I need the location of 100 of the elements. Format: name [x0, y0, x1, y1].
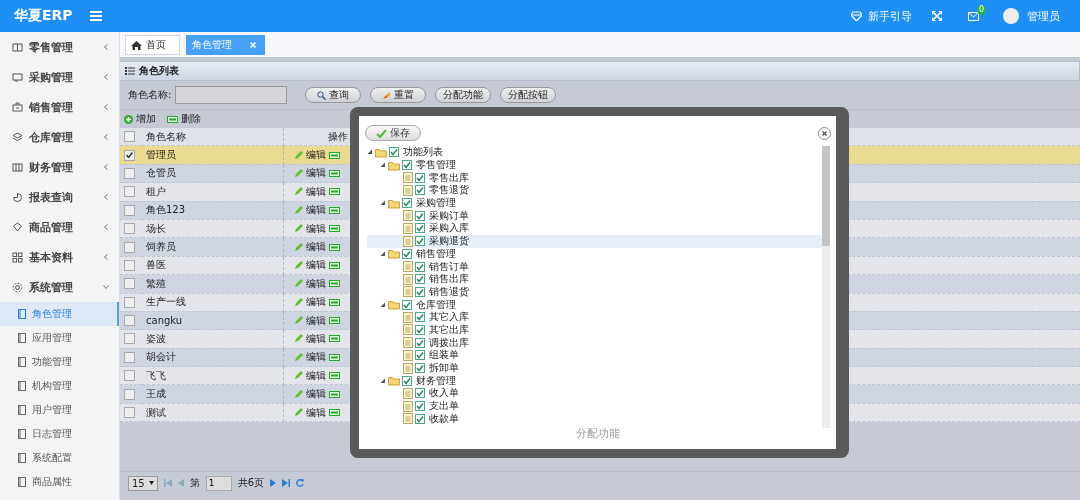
edit-link[interactable]: 编辑	[305, 368, 326, 383]
sidebar-item[interactable]: 销售管理	[0, 92, 119, 122]
row-checkbox[interactable]	[124, 241, 135, 253]
checkbox-icon[interactable]	[415, 210, 425, 221]
expander-icon[interactable]	[380, 250, 386, 257]
save-button[interactable]: 保存	[365, 125, 421, 141]
checkbox-icon[interactable]	[415, 413, 425, 424]
tree-node[interactable]: 其它出库	[367, 323, 822, 337]
row-checkbox[interactable]	[124, 167, 135, 179]
toolbar-button[interactable]: 分配功能	[435, 87, 492, 103]
tree-node[interactable]: 支出单	[367, 399, 822, 413]
row-checkbox[interactable]	[124, 407, 135, 419]
expander-icon[interactable]	[380, 377, 386, 384]
row-checkbox[interactable]	[124, 388, 135, 400]
checkbox-icon[interactable]	[415, 261, 425, 272]
edit-link[interactable]: 编辑	[305, 166, 326, 181]
menu-icon[interactable]	[90, 11, 102, 21]
tree-node[interactable]: 财务管理	[367, 374, 822, 388]
checkbox-icon[interactable]	[415, 172, 425, 183]
sidebar-subitem[interactable]: 日志管理	[0, 422, 119, 446]
tree-node[interactable]: 其它入库	[367, 310, 822, 324]
checkbox-icon[interactable]	[415, 236, 425, 247]
sidebar-item[interactable]: 仓库管理	[0, 122, 119, 152]
add-link[interactable]: 增加	[136, 112, 156, 126]
edit-link[interactable]: 编辑	[305, 405, 326, 420]
tree-node[interactable]: 销售管理	[367, 247, 822, 261]
edit-link[interactable]: 编辑	[305, 350, 326, 365]
row-checkbox[interactable]	[124, 149, 135, 161]
tree-node[interactable]: 销售订单	[367, 260, 822, 273]
checkbox-icon[interactable]	[389, 147, 399, 158]
checkbox-icon[interactable]	[415, 350, 425, 361]
sidebar-subitem[interactable]: 系统配置	[0, 446, 119, 470]
sidebar-subitem[interactable]: 商品属性	[0, 470, 119, 494]
tree-node[interactable]: 采购入库	[367, 222, 822, 235]
role-name-field[interactable]	[175, 86, 288, 104]
edit-link[interactable]: 编辑	[305, 258, 326, 273]
sidebar-subitem[interactable]: 用户管理	[0, 398, 119, 422]
delete-link[interactable]: 删除	[181, 112, 201, 126]
page-number-field[interactable]: 1	[205, 475, 232, 491]
row-checkbox[interactable]	[124, 370, 135, 382]
tree-node[interactable]: 组装单	[367, 349, 822, 362]
tree-node[interactable]: 采购订单	[367, 209, 822, 223]
checkbox-icon[interactable]	[402, 375, 412, 386]
tree-node[interactable]: 零售管理	[367, 158, 822, 172]
expander-icon[interactable]	[380, 200, 386, 207]
tree-node[interactable]: 收款单	[367, 412, 822, 426]
row-checkbox[interactable]	[124, 204, 135, 216]
tree-node[interactable]: 零售退货	[367, 184, 822, 197]
sidebar-item[interactable]: 财务管理	[0, 152, 119, 182]
checkbox-icon[interactable]	[415, 363, 425, 374]
page-size-select[interactable]: 15	[128, 475, 158, 491]
toolbar-button[interactable]: 查询	[305, 87, 362, 103]
sidebar-subitem[interactable]: 机构管理	[0, 374, 119, 398]
checkbox-icon[interactable]	[415, 337, 425, 348]
row-checkbox[interactable]	[124, 333, 135, 345]
tree-node[interactable]: 销售出库	[367, 272, 822, 286]
checkbox-icon[interactable]	[402, 198, 412, 209]
row-checkbox[interactable]	[124, 351, 135, 363]
row-checkbox[interactable]	[124, 131, 135, 143]
edit-link[interactable]: 编辑	[305, 203, 326, 218]
page-tab[interactable]: 首页	[125, 35, 180, 55]
expander-icon[interactable]	[380, 162, 386, 169]
row-checkbox[interactable]	[124, 315, 135, 327]
checkbox-icon[interactable]	[402, 299, 412, 310]
scrollbar[interactable]	[822, 146, 830, 428]
tree-node[interactable]: 收入单	[367, 387, 822, 400]
checkbox-icon[interactable]	[415, 401, 425, 412]
checkbox-icon[interactable]	[402, 160, 412, 171]
row-checkbox[interactable]	[124, 259, 135, 271]
tree-node[interactable]: 仓库管理	[367, 298, 822, 311]
checkbox-icon[interactable]	[415, 286, 425, 297]
checkbox-icon[interactable]	[415, 223, 425, 234]
checkbox-icon[interactable]	[415, 324, 425, 335]
checkbox-icon[interactable]	[402, 248, 412, 259]
checkbox-icon[interactable]	[415, 274, 425, 285]
edit-link[interactable]: 编辑	[305, 332, 326, 346]
sidebar-item[interactable]: 零售管理	[0, 32, 119, 62]
tree-node[interactable]: 采购管理	[367, 196, 822, 210]
sidebar-subitem[interactable]: 应用管理	[0, 326, 119, 350]
tree-node[interactable]: 调拨出库	[367, 336, 822, 349]
tree-node[interactable]: 功能列表	[367, 146, 822, 159]
sidebar-item[interactable]: 基本资料	[0, 242, 119, 272]
toolbar-button[interactable]: 分配按钮	[500, 87, 557, 103]
sidebar-subitem[interactable]: 功能管理	[0, 350, 119, 374]
tree-node[interactable]: 采购退货	[367, 234, 822, 248]
edit-link[interactable]: 编辑	[305, 387, 326, 402]
toolbar-button[interactable]: 重置	[370, 87, 427, 103]
checkbox-icon[interactable]	[415, 388, 425, 399]
edit-link[interactable]: 编辑	[305, 295, 326, 310]
row-checkbox[interactable]	[124, 278, 135, 290]
edit-link[interactable]: 编辑	[305, 240, 326, 255]
sidebar-subitem[interactable]: 角色管理	[0, 302, 119, 326]
close-icon[interactable]	[818, 126, 831, 140]
row-checkbox[interactable]	[124, 223, 135, 235]
edit-link[interactable]: 编辑	[305, 221, 326, 236]
tree-node[interactable]: 零售出库	[367, 171, 822, 185]
sidebar-item[interactable]: 报表查询	[0, 182, 119, 212]
row-checkbox[interactable]	[124, 296, 135, 308]
tree-node[interactable]: 拆卸单	[367, 361, 822, 375]
checkbox-icon[interactable]	[415, 185, 425, 196]
